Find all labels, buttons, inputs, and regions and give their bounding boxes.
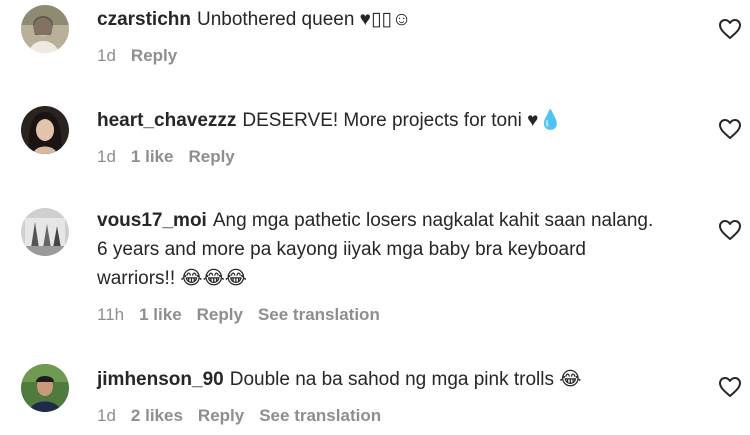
- likes-count[interactable]: 2 likes: [131, 406, 183, 425]
- comment-text: czarstichn Unbothered queen ♥︎▯▯☺: [97, 5, 657, 34]
- comment-username[interactable]: jimhenson_90: [97, 369, 224, 390]
- avatar[interactable]: [21, 106, 69, 154]
- see-translation-link[interactable]: See translation: [259, 406, 381, 425]
- comment-time: 1d: [97, 147, 116, 166]
- comment-text: vous17_moi Ang mga pathetic losers nagkal…: [97, 206, 657, 293]
- comment-meta: 1d 1 like Reply: [97, 147, 250, 167]
- likes-count[interactable]: 1 like: [139, 305, 182, 324]
- comment-time: 11h: [97, 305, 125, 324]
- comment-body: Unbothered queen ♥︎▯▯☺: [196, 9, 412, 30]
- avatar[interactable]: [21, 208, 69, 256]
- reply-button[interactable]: Reply: [198, 406, 244, 425]
- reply-button[interactable]: Reply: [197, 305, 243, 324]
- comment-text: jimhenson_90 Double na ba sahod ng mga pi…: [97, 365, 657, 394]
- comment-username[interactable]: vous17_moi: [97, 210, 207, 231]
- comment-meta: 1d 2 likes Reply See translation: [97, 406, 396, 426]
- comment-text: heart_chavezzz DESERVE! More projects for…: [97, 106, 657, 135]
- heart-outline-icon[interactable]: [718, 17, 742, 41]
- comment-time: 1d: [97, 46, 116, 65]
- comment-username[interactable]: heart_chavezzz: [97, 110, 236, 131]
- avatar[interactable]: [21, 364, 69, 412]
- heart-outline-icon[interactable]: [718, 117, 742, 141]
- comment-body: Double na ba sahod ng mga pink trolls 😂: [229, 369, 582, 390]
- comment-username[interactable]: czarstichn: [97, 9, 191, 30]
- comment-time: 1d: [97, 406, 116, 425]
- reply-button[interactable]: Reply: [188, 147, 234, 166]
- comment-meta: 1d Reply: [97, 46, 192, 66]
- reply-button[interactable]: Reply: [131, 46, 177, 65]
- comment-body: DESERVE! More projects for toni ♥💧: [242, 110, 563, 131]
- heart-outline-icon[interactable]: [718, 218, 742, 242]
- avatar[interactable]: [21, 5, 69, 53]
- comment-meta: 11h 1 like Reply See translation: [97, 305, 395, 325]
- see-translation-link[interactable]: See translation: [258, 305, 380, 324]
- heart-outline-icon[interactable]: [718, 375, 742, 399]
- likes-count[interactable]: 1 like: [131, 147, 174, 166]
